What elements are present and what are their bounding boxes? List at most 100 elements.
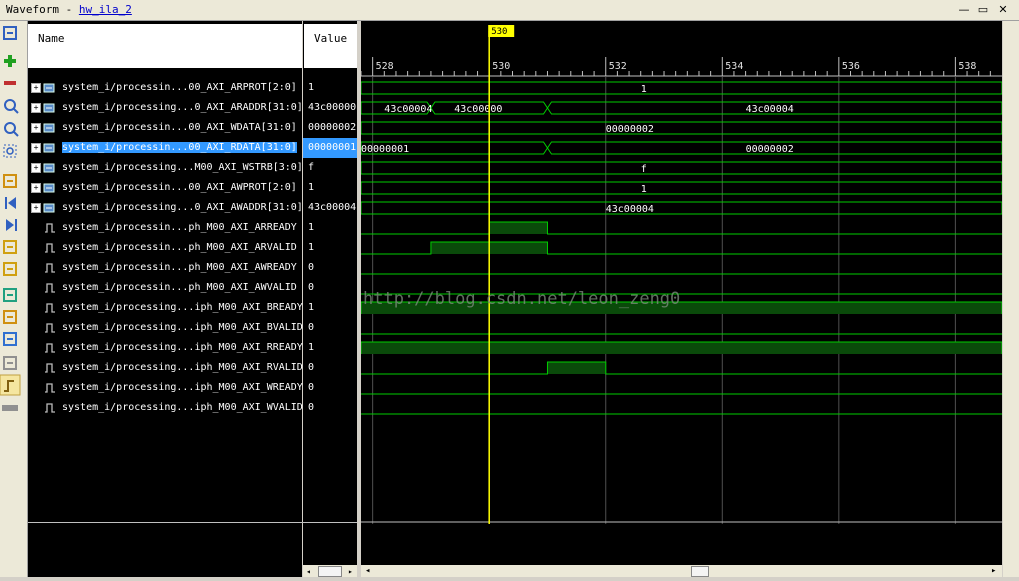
signal-value-cell[interactable]: 0 xyxy=(303,278,357,298)
close-icon[interactable]: ✕ xyxy=(996,3,1010,17)
title-separator: - xyxy=(58,3,79,16)
signal-row-11[interactable]: system_i/processing...iph_M00_AXI_BREADY xyxy=(28,298,303,318)
prev-marker-icon[interactable] xyxy=(3,310,17,324)
value-scroll-thumb[interactable] xyxy=(318,566,342,577)
expand-icon[interactable]: + xyxy=(31,143,41,153)
signal-value-cell[interactable]: 0 xyxy=(303,318,357,338)
expand-icon[interactable]: + xyxy=(31,163,41,173)
signal-value: 1 xyxy=(308,242,315,253)
add-marker-icon[interactable] xyxy=(3,288,17,302)
panel-divider xyxy=(28,522,357,523)
restore-icon[interactable]: ▭ xyxy=(976,3,990,17)
snap-transition-icon[interactable] xyxy=(0,374,21,396)
bit-signal-icon xyxy=(45,243,55,253)
zoom-add-icon[interactable] xyxy=(4,55,16,67)
value-column-header[interactable]: Value xyxy=(304,24,357,68)
expand-icon[interactable]: + xyxy=(31,103,41,113)
toolbar-icons xyxy=(0,26,21,411)
time-ruler xyxy=(361,21,1002,77)
minimize-icon[interactable]: — xyxy=(957,3,971,17)
expand-icon[interactable]: + xyxy=(31,203,41,213)
bus-value-label: 00000002 xyxy=(606,124,654,135)
signal-row-8[interactable]: system_i/processin...ph_M00_AXI_ARVALID xyxy=(28,238,302,258)
signal-row-7[interactable]: system_i/processin...ph_M00_AXI_ARREADY xyxy=(28,218,302,238)
zoom-fit-icon[interactable] xyxy=(3,144,17,158)
signal-value-cell[interactable]: 0 xyxy=(303,358,357,378)
go-start-icon[interactable] xyxy=(5,197,16,209)
signal-row-10[interactable]: system_i/processin...ph_M00_AXI_AWVALID xyxy=(28,278,302,298)
window-title-text: Waveform xyxy=(6,3,59,16)
signal-row-3[interactable]: + system_i/processin...00_AXI_RDATA[31:0] xyxy=(28,138,302,158)
zoom-in-icon[interactable] xyxy=(4,99,19,114)
next-marker-icon[interactable] xyxy=(3,332,17,346)
bus-signal-icon xyxy=(43,83,55,93)
signal-row-4[interactable]: + system_i/processing...M00_AXI_WSTRB[3:0… xyxy=(28,158,303,178)
signal-name: system_i/processing...iph_M00_AXI_RREADY xyxy=(62,342,303,353)
scroll-right-icon[interactable]: ▸ xyxy=(348,567,353,576)
signal-value-cell[interactable]: f xyxy=(303,158,357,178)
expand-icon[interactable]: + xyxy=(31,183,41,193)
bit-signal-icon xyxy=(45,283,55,293)
zoom-out-icon[interactable] xyxy=(4,122,19,137)
signal-value-cell[interactable]: 00000001 xyxy=(303,138,357,158)
signal-value-cell[interactable]: 1 xyxy=(303,178,357,198)
goto-cursor-icon[interactable] xyxy=(3,174,17,188)
bus-signal-icon xyxy=(43,123,55,133)
wave-hscrollbar[interactable]: ◂ ▸ xyxy=(361,565,1002,577)
signal-value-cell[interactable]: 0 xyxy=(303,378,357,398)
signal-row-9[interactable]: system_i/processin...ph_M00_AXI_AWREADY xyxy=(28,258,302,278)
fit-icon[interactable] xyxy=(3,26,17,40)
signal-row-1[interactable]: + system_i/processing...0_AXI_ARADDR[31:0… xyxy=(28,98,303,118)
signal-value-cell[interactable]: 0 xyxy=(303,258,357,278)
signal-row-0[interactable]: + system_i/processin...00_AXI_ARPROT[2:0] xyxy=(28,78,302,98)
signal-value: 00000002 xyxy=(308,122,357,133)
signal-row-5[interactable]: + system_i/processin...00_AXI_AWPROT[2:0] xyxy=(28,178,302,198)
signal-name: system_i/processing...iph_M00_AXI_WREADY xyxy=(62,382,303,393)
wave-vscrollbar[interactable] xyxy=(1003,21,1019,577)
signal-row-2[interactable]: + system_i/processin...00_AXI_WDATA[31:0] xyxy=(28,118,302,138)
signal-value: f xyxy=(308,162,315,173)
signal-row-12[interactable]: system_i/processing...iph_M00_AXI_BVALID xyxy=(28,318,303,338)
signal-value-cell[interactable]: 1 xyxy=(303,238,357,258)
signal-value-cell[interactable]: 1 xyxy=(303,298,357,318)
wave-scroll-thumb[interactable] xyxy=(691,566,709,577)
signal-name: system_i/processing...0_AXI_AWADDR[31:0] xyxy=(62,202,303,213)
bus-value-label: 00000002 xyxy=(746,144,794,155)
signal-row-15[interactable]: system_i/processing...iph_M00_AXI_WREADY xyxy=(28,378,303,398)
wave-scroll-left-icon[interactable]: ◂ xyxy=(365,566,370,576)
signal-name: system_i/processing...iph_M00_AXI_BVALID xyxy=(62,322,303,333)
float-ruler-icon[interactable] xyxy=(2,405,18,411)
value-hscrollbar[interactable]: ◂ ▸ xyxy=(303,565,357,577)
signal-value-cell[interactable]: 1 xyxy=(303,78,357,98)
signal-value-cell[interactable]: 1 xyxy=(303,218,357,238)
bit-signal-icon xyxy=(45,323,55,333)
bit-signal-icon xyxy=(45,343,55,353)
name-column-header[interactable]: Name xyxy=(28,24,302,68)
signal-row-13[interactable]: system_i/processing...iph_M00_AXI_RREADY xyxy=(28,338,303,358)
bit-waveform xyxy=(361,221,1002,235)
signal-value-cell[interactable]: 43c00004 xyxy=(303,198,357,218)
ruler-tick-label: 532 xyxy=(609,61,627,72)
go-end-icon[interactable] xyxy=(6,219,17,231)
ruler-tick-label: 538 xyxy=(958,61,976,72)
remove-icon[interactable] xyxy=(4,81,16,85)
prev-transition-icon[interactable] xyxy=(3,240,17,254)
waveform-toolbar xyxy=(0,21,28,577)
bus-value-label: 00000001 xyxy=(361,144,409,155)
signal-row-6[interactable]: + system_i/processing...0_AXI_AWADDR[31:0… xyxy=(28,198,303,218)
ila-link[interactable]: hw_ila_2 xyxy=(79,3,132,16)
signal-name: system_i/processin...00_AXI_AWPROT[2:0] xyxy=(62,182,297,193)
wave-scroll-right-icon[interactable]: ▸ xyxy=(991,566,996,576)
signal-row-14[interactable]: system_i/processing...iph_M00_AXI_RVALID xyxy=(28,358,303,378)
signal-name: system_i/processin...ph_M00_AXI_ARVALID xyxy=(62,242,297,253)
signal-value-cell[interactable]: 43c00000 xyxy=(303,98,357,118)
signal-value-cell[interactable]: 00000002 xyxy=(303,118,357,138)
scroll-left-icon[interactable]: ◂ xyxy=(306,567,311,576)
swap-cursor-icon[interactable] xyxy=(3,356,17,370)
signal-value-cell[interactable]: 1 xyxy=(303,338,357,358)
signal-value-cell[interactable]: 0 xyxy=(303,398,357,418)
signal-row-16[interactable]: system_i/processing...iph_M00_AXI_WVALID xyxy=(28,398,303,418)
expand-icon[interactable]: + xyxy=(31,83,41,93)
expand-icon[interactable]: + xyxy=(31,123,41,133)
next-transition-icon[interactable] xyxy=(3,262,17,276)
